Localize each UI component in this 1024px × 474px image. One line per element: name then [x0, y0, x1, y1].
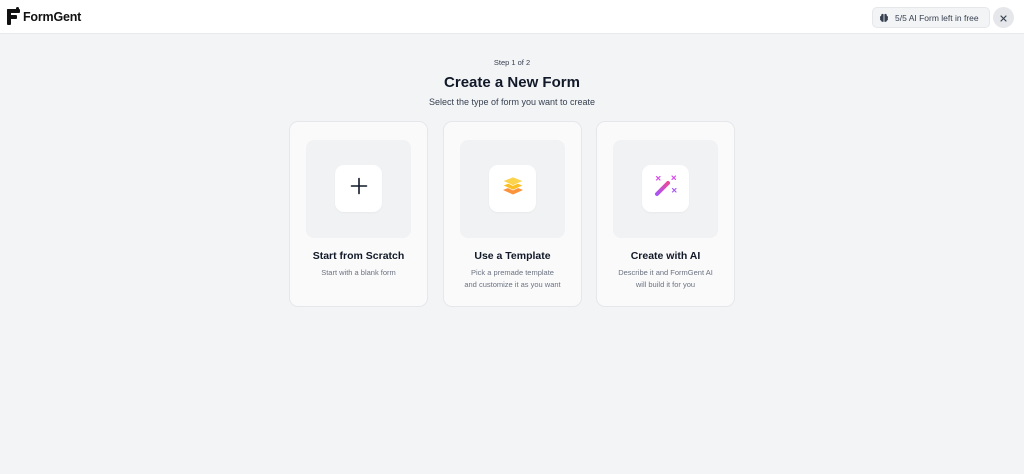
- brain-icon: [879, 13, 889, 23]
- card-icon-box: [642, 165, 689, 212]
- card-title: Start from Scratch: [312, 250, 405, 262]
- close-button[interactable]: [993, 7, 1014, 28]
- layers-icon: [501, 175, 525, 202]
- page-subtitle: Select the type of form you want to crea…: [428, 97, 596, 107]
- step-indicator: Step 1 of 2: [493, 58, 531, 67]
- card-description-line: will build it for you: [635, 280, 696, 289]
- card-description-line: Pick a premade template: [471, 268, 554, 277]
- card-visual: [613, 140, 718, 238]
- card-visual: [460, 140, 565, 238]
- card-icon-box: [489, 165, 536, 212]
- ai-credits-badge[interactable]: 5/5 AI Form left in free: [872, 7, 990, 28]
- top-bar: FormGent 5/5 AI Form left in free: [0, 0, 1024, 34]
- option-card-template[interactable]: Use a Template Pick a premade template a…: [443, 121, 582, 307]
- card-description: Pick a premade template and customize it…: [454, 267, 571, 291]
- brand[interactable]: FormGent: [7, 7, 82, 25]
- card-description-line: Describe it and FormGent AI: [618, 268, 713, 277]
- card-title: Create with AI: [630, 250, 701, 262]
- card-description-line: Start with a blank form: [321, 268, 396, 277]
- card-title: Use a Template: [474, 250, 551, 262]
- option-card-ai[interactable]: Create with AI Describe it and FormGent …: [596, 121, 735, 307]
- close-icon: [1000, 9, 1007, 27]
- brand-name: FormGent: [23, 10, 82, 24]
- card-description-line: and customize it as you want: [464, 280, 561, 289]
- option-card-scratch[interactable]: Start from Scratch Start with a blank fo…: [289, 121, 428, 307]
- magic-wand-icon: [653, 173, 679, 204]
- card-visual: [306, 140, 411, 238]
- plus-icon: [350, 177, 368, 200]
- card-description: Describe it and FormGent AI will build i…: [607, 267, 724, 291]
- card-description: Start with a blank form: [300, 267, 417, 279]
- ai-credits-text: 5/5 AI Form left in free: [895, 12, 979, 23]
- formgent-logo-icon: [7, 7, 20, 25]
- card-icon-box: [335, 165, 382, 212]
- page-title: Create a New Form: [444, 74, 580, 91]
